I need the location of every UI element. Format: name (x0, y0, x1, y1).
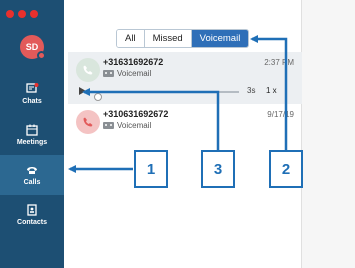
minimize-window-icon[interactable] (18, 10, 26, 18)
voicemail-icon (103, 70, 114, 77)
voicemail-duration: 3s (247, 86, 256, 95)
playback-speed-button[interactable]: 1 x (266, 86, 277, 95)
voicemail-icon (103, 122, 114, 129)
callout-2: 2 (269, 150, 303, 188)
sidebar-item-meetings[interactable]: Meetings (0, 115, 64, 155)
call-type-label: Voicemail (117, 121, 152, 130)
avatar-initials: SD (25, 42, 39, 52)
tab-voicemail[interactable]: Voicemail (191, 30, 249, 47)
callout-3: 3 (201, 150, 235, 188)
list-item[interactable]: +31631692672 2:37 PM Voicemail 3s 1 x (68, 52, 302, 104)
sidebar-item-chats[interactable]: Chats (0, 74, 64, 114)
voicemail-tag: Voicemail (103, 69, 151, 78)
sidebar-item-label: Chats (22, 98, 42, 105)
sidebar-item-label: Contacts (17, 219, 47, 226)
call-time: 2:37 PM (264, 58, 294, 67)
sidebar-item-contacts[interactable]: Contacts (0, 195, 64, 235)
presence-status-icon (37, 51, 46, 60)
tab-missed[interactable]: Missed (144, 30, 192, 47)
zoom-window-icon[interactable] (30, 10, 38, 18)
close-window-icon[interactable] (6, 10, 14, 18)
voicemail-player: 3s 1 x (79, 86, 294, 101)
detail-pane (302, 0, 355, 268)
call-type-label: Voicemail (117, 69, 152, 78)
call-history-panel: All Missed Voicemail +31631692672 2:37 P… (64, 0, 302, 268)
call-time: 9/17/19 (267, 110, 294, 119)
tab-all[interactable]: All (117, 30, 145, 47)
caller-number: +31631692672 (103, 57, 164, 67)
voicemail-call-icon (76, 58, 100, 82)
play-icon[interactable] (79, 87, 86, 95)
sidebar-item-label: Meetings (16, 139, 48, 146)
phone-icon (27, 167, 37, 174)
avatar[interactable]: SD (20, 35, 46, 60)
chat-icon (26, 83, 39, 93)
phone-icon (83, 117, 93, 127)
sidebar: SD Chats Meetings Calls Contacts (0, 0, 64, 268)
playback-knob[interactable] (94, 93, 103, 101)
contacts-icon (27, 204, 37, 216)
phone-icon (83, 65, 93, 75)
sidebar-item-label: Calls (23, 179, 41, 186)
calendar-icon (26, 124, 38, 136)
call-filter-tabs: All Missed Voicemail (116, 29, 250, 48)
missed-call-icon (76, 110, 100, 134)
caller-number: +310631692672 (103, 109, 169, 119)
playback-slider[interactable] (91, 91, 239, 101)
list-item[interactable]: +310631692672 9/17/19 Voicemail (68, 104, 302, 156)
voicemail-tag: Voicemail (103, 121, 151, 130)
callout-1: 1 (134, 150, 168, 188)
sidebar-item-calls[interactable]: Calls (0, 155, 64, 195)
